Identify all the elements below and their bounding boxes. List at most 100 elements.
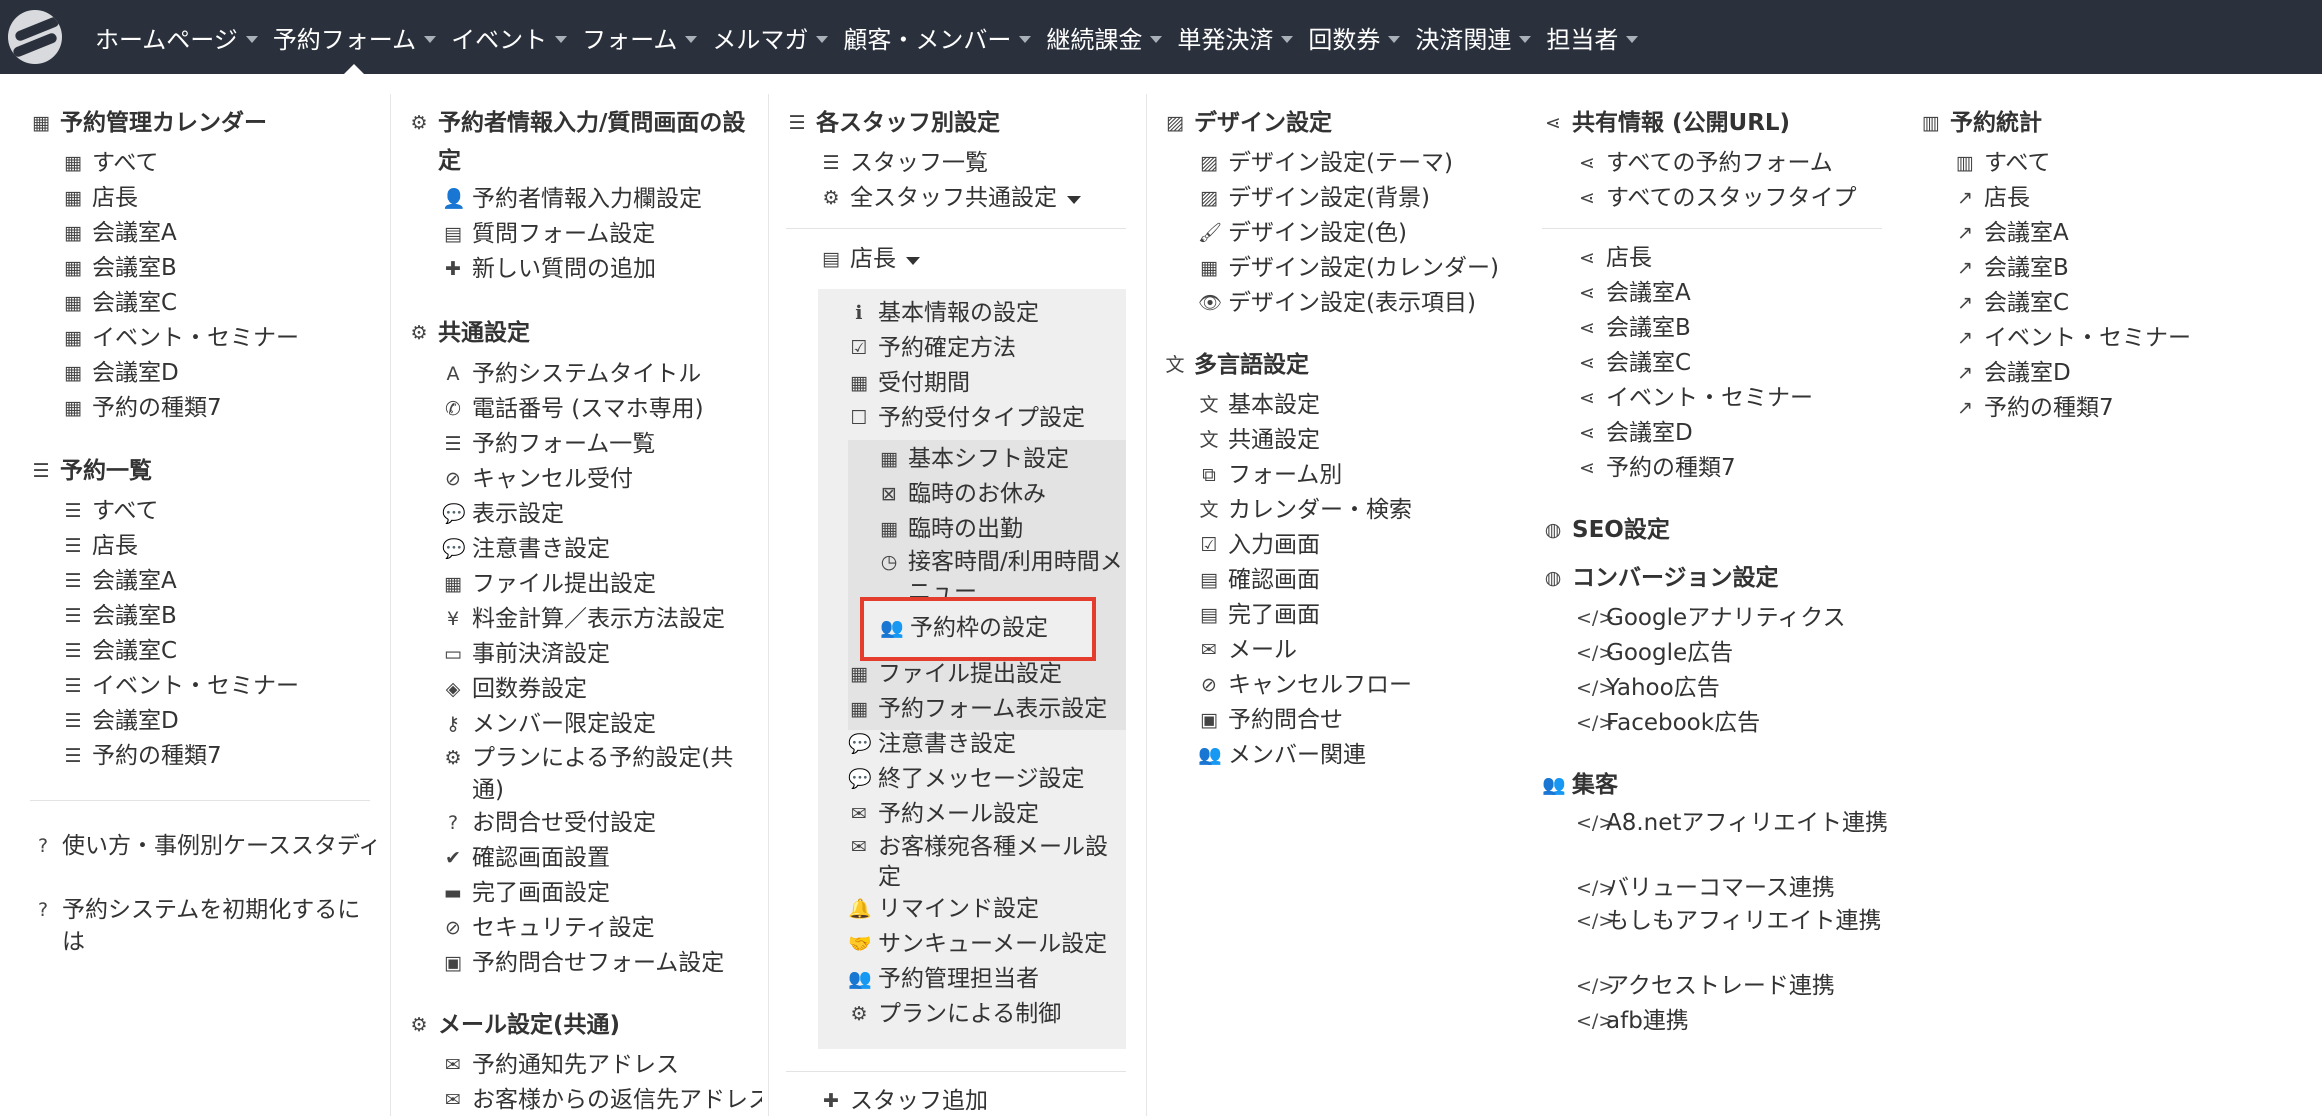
staff-subitem[interactable]: ▦ ファイル提出設定 — [848, 657, 1062, 692]
nav-mailmagazine[interactable]: メルマガ — [712, 0, 829, 74]
nav-staff[interactable]: 担当者 — [1546, 0, 1639, 74]
statistics-item[interactable]: ↗ 会議室D — [1954, 356, 2071, 391]
calendar-item[interactable]: ▦ 店長 — [62, 181, 138, 216]
multilingual-heading[interactable]: 文多言語設定 — [1164, 346, 1309, 384]
list-item[interactable]: ☰ すべて — [62, 494, 158, 529]
statistics-item[interactable]: ↗ 予約の種類7 — [1954, 391, 2114, 426]
staff-subitem[interactable]: ▦ 予約フォーム表示設定 — [848, 692, 1107, 727]
shared-item[interactable]: ⋖ 会議室D — [1576, 416, 1693, 451]
staff-subitem[interactable]: 💬 注意書き設定 — [848, 727, 1016, 762]
acquisition-item[interactable]: </> A8.netアフィリエイト連携 — [1576, 808, 1906, 838]
col2-item[interactable]: ▤ 質問フォーム設定 — [442, 217, 655, 252]
col2-item[interactable]: ◈ 回数券設定 — [442, 672, 587, 707]
calendar-item[interactable]: ▦ 会議室B — [62, 251, 177, 286]
col2-item[interactable]: ▭ 事前決済設定 — [442, 637, 610, 672]
shared-item[interactable]: ⋖ 会議室A — [1576, 276, 1691, 311]
multilingual-item[interactable]: 文共通設定 — [1198, 423, 1320, 458]
col2-item[interactable]: ⊘ セキュリティ設定 — [442, 911, 655, 946]
booker-info-heading[interactable]: ⚙ 予約者情報入力/質問画面の設定 — [408, 104, 768, 180]
common-settings-heading[interactable]: ⚙ 共通設定 — [408, 314, 530, 352]
nav-payment[interactable]: 決済関連 — [1415, 0, 1532, 74]
help-case-study-link[interactable]: ? 使い方・事例別ケーススタディ — [32, 830, 382, 862]
staff-subitem[interactable]: ☑ 予約確定方法 — [848, 331, 1016, 366]
statistics-item[interactable]: ▥ すべて — [1954, 146, 2050, 181]
multilingual-item[interactable]: 👥 メンバー関連 — [1198, 738, 1366, 773]
conversion-item[interactable]: </> Googleアナリティクス — [1576, 601, 1846, 636]
col2-item[interactable]: 👤 予約者情報入力欄設定 — [442, 182, 702, 217]
shared-item[interactable]: ⋖ すべてのスタッフタイプ — [1576, 181, 1856, 216]
multilingual-item[interactable]: 文基本設定 — [1198, 388, 1320, 423]
statistics-item[interactable]: ↗ イベント・セミナー — [1954, 321, 2191, 356]
multilingual-item[interactable]: ⊘ キャンセルフロー — [1198, 668, 1412, 703]
reservation-list-heading[interactable]: ☰ 予約一覧 — [30, 452, 152, 490]
staff-common-dropdown[interactable]: ⚙ 全スタッフ共通設定 — [820, 181, 1081, 216]
multilingual-item[interactable]: 文カレンダー・検索 — [1198, 493, 1412, 528]
design-item[interactable]: ▨ デザイン設定(テーマ) — [1198, 146, 1453, 181]
design-item[interactable]: ▨ デザイン設定(背景) — [1198, 181, 1430, 216]
design-settings-heading[interactable]: ▨ デザイン設定 — [1164, 104, 1332, 142]
seo-heading[interactable]: ◍ SEO設定 — [1542, 511, 1670, 549]
nav-homepage[interactable]: ホームページ — [95, 0, 258, 74]
col2-item[interactable]: ✔ 確認画面設置 — [442, 841, 610, 876]
reception-subitem[interactable]: ◷ 接客時間/利用時間メニュー — [878, 547, 1128, 597]
calendar-item[interactable]: ▦ 予約の種類7 — [62, 391, 222, 426]
customer-acquisition-heading[interactable]: 👥 集客 — [1542, 766, 1618, 804]
col2-item[interactable]: ¥ 料金計算／表示方法設定 — [442, 602, 725, 637]
statistics-item[interactable]: ↗ 店長 — [1954, 181, 2030, 216]
multilingual-item[interactable]: ▤ 完了画面 — [1198, 598, 1320, 633]
calendar-item-all[interactable]: ▦ すべて — [62, 146, 158, 181]
staff-subitem[interactable]: ✉ お客様宛各種メール設定 — [848, 832, 1126, 892]
shared-item[interactable]: ⋖ 会議室C — [1576, 346, 1691, 381]
col2-item[interactable]: ✉ お客様からの返信先アドレス — [442, 1083, 762, 1118]
conversion-item[interactable]: </> Yahoo広告 — [1576, 671, 1720, 706]
shared-item[interactable]: ⋖ イベント・セミナー — [1576, 381, 1813, 416]
col2-item[interactable]: ⚷ メンバー限定設定 — [442, 707, 656, 742]
calendar-item[interactable]: ▦ 会議室A — [62, 216, 177, 251]
staff-subitem[interactable]: 👥 予約管理担当者 — [848, 962, 1039, 997]
col2-item[interactable]: 💬 表示設定 — [442, 497, 564, 532]
conversion-heading[interactable]: ◍ コンバージョン設定 — [1542, 559, 1779, 597]
nav-customers[interactable]: 顧客・メンバー — [843, 0, 1032, 74]
list-item[interactable]: ☰ 会議室B — [62, 599, 176, 634]
statistics-item[interactable]: ↗ 会議室C — [1954, 286, 2069, 321]
acquisition-item[interactable]: </> もしもアフィリエイト連携 — [1576, 906, 1906, 936]
acquisition-item[interactable]: </> afb連携 — [1576, 1004, 1689, 1039]
col2-item[interactable]: A 予約システムタイトル — [442, 357, 702, 392]
list-item[interactable]: ☰ イベント・セミナー — [62, 669, 299, 704]
staff-subitem[interactable]: ⚙ プランによる制御 — [848, 997, 1061, 1032]
staff-settings-heading[interactable]: ☰ 各スタッフ別設定 — [786, 104, 1000, 142]
col2-item[interactable]: ▬ 完了画面設定 — [442, 876, 610, 911]
nav-single-payment[interactable]: 単発決済 — [1177, 0, 1294, 74]
col2-item[interactable]: ▣ 予約問合せフォーム設定 — [442, 946, 724, 981]
multilingual-item[interactable]: ▣ 予約問合せ — [1198, 703, 1343, 738]
list-item[interactable]: ☰ 予約の種類7 — [62, 739, 221, 774]
calendar-item[interactable]: ▦ 会議室C — [62, 286, 177, 321]
logo[interactable] — [8, 10, 62, 64]
col2-item[interactable]: ✆ 電話番号 (スマホ専用) — [442, 392, 704, 427]
staff-subitem[interactable]: ▦ 受付期間 — [848, 366, 970, 401]
reception-subitem[interactable]: ▦ 臨時の出勤 — [878, 512, 1023, 547]
staff-subitem[interactable]: ☐ 予約受付タイプ設定 — [848, 401, 1085, 436]
staff-subitem[interactable]: 💬 終了メッセージ設定 — [848, 762, 1085, 797]
acquisition-item[interactable]: </> アクセストレード連携 — [1576, 969, 1835, 1004]
nav-form[interactable]: フォーム — [582, 0, 698, 74]
shared-item[interactable]: ⋖ 店長 — [1576, 241, 1652, 276]
multilingual-item[interactable]: ☑ 入力画面 — [1198, 528, 1320, 563]
reservation-slot-settings[interactable]: 👥 予約枠の設定 — [880, 611, 1048, 646]
list-item[interactable]: ☰ 会議室D — [62, 704, 178, 739]
staff-selected-dropdown[interactable]: ▤ 店長 — [820, 242, 920, 277]
calendar-item[interactable]: ▦ イベント・セミナー — [62, 321, 299, 356]
staff-subitem[interactable]: 🤝 サンキューメール設定 — [848, 927, 1107, 962]
col2-item[interactable]: ☰ 予約フォーム一覧 — [442, 427, 655, 462]
multilingual-item[interactable]: ▤ 確認画面 — [1198, 563, 1320, 598]
col2-item[interactable]: ▦ ファイル提出設定 — [442, 567, 656, 602]
reception-subitem[interactable]: ⊠ 臨時のお休み — [878, 477, 1046, 512]
design-item[interactable]: 👁 デザイン設定(表示項目) — [1198, 286, 1476, 321]
statistics-item[interactable]: ↗ 会議室B — [1954, 251, 2069, 286]
nav-reservation-form[interactable]: 予約フォーム — [273, 0, 437, 74]
help-reset-link[interactable]: ? 予約システムを初期化するには — [32, 894, 382, 958]
multilingual-item[interactable]: ✉ メール — [1198, 633, 1297, 668]
col2-item[interactable]: 💬 注意書き設定 — [442, 532, 610, 567]
acquisition-item[interactable]: </> バリューコマース連携 — [1576, 871, 1835, 906]
mail-settings-heading[interactable]: ⚙ メール設定(共通) — [408, 1006, 620, 1044]
